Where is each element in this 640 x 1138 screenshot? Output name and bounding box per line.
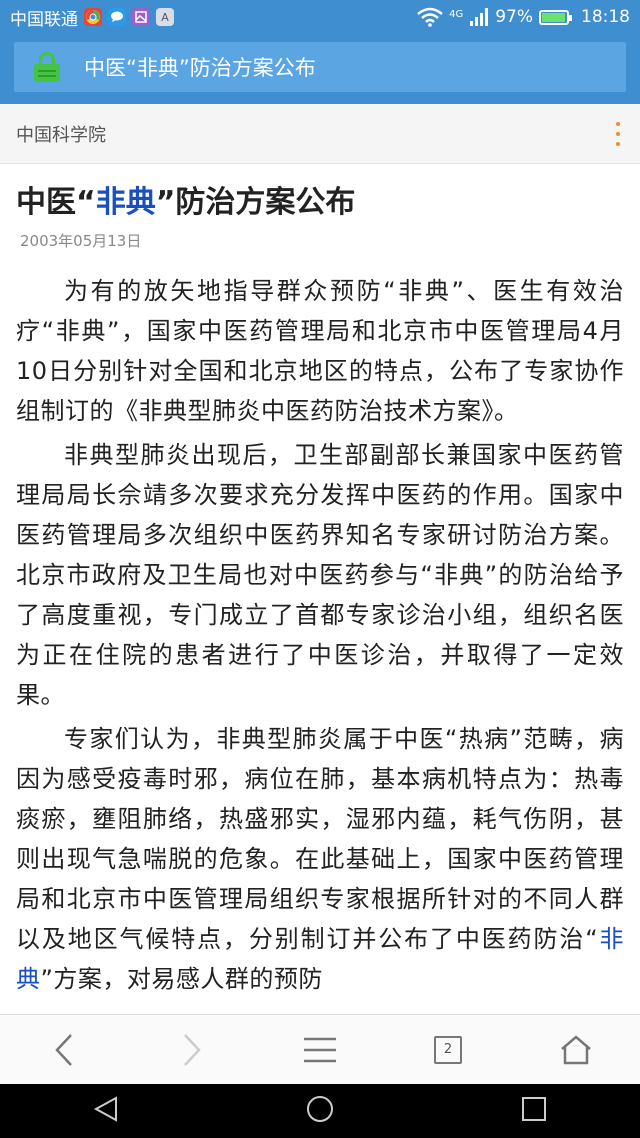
- back-button[interactable]: [32, 1018, 96, 1082]
- status-left: 中国联通 A: [10, 5, 174, 30]
- system-nav-bar: [0, 1084, 640, 1138]
- home-icon: [561, 1034, 591, 1064]
- menu-button[interactable]: [288, 1018, 352, 1082]
- battery-icon: [539, 9, 572, 25]
- forward-button[interactable]: [160, 1018, 224, 1082]
- article-date: 2003年05月13日: [20, 232, 142, 250]
- triangle-back-icon: [94, 1096, 118, 1122]
- signal-icon: [470, 8, 489, 26]
- gallery-icon: [132, 8, 150, 26]
- address-bar[interactable]: 中医“非典”防治方案公布: [14, 42, 626, 92]
- hamburger-icon: [304, 1037, 336, 1062]
- more-menu-icon[interactable]: [612, 121, 624, 146]
- message-icon: [108, 8, 126, 26]
- address-area: 中医“非典”防治方案公布: [0, 34, 640, 104]
- site-header: 中国科学院: [0, 104, 640, 164]
- carrier-name: 中国联通: [10, 9, 78, 30]
- system-back-button[interactable]: [92, 1095, 120, 1127]
- battery-percent: 97%: [495, 7, 533, 27]
- clock: 18:18: [581, 7, 630, 27]
- chevron-left-icon: [55, 1033, 72, 1066]
- circle-home-icon: [306, 1096, 333, 1122]
- square-recents-icon: [521, 1097, 546, 1121]
- chevron-right-icon: [184, 1033, 201, 1066]
- app-a-icon: A: [156, 8, 174, 26]
- battery-fill: [542, 12, 566, 22]
- system-home-button[interactable]: [305, 1094, 335, 1128]
- tabs-button[interactable]: 2: [416, 1018, 480, 1082]
- wifi-icon: [417, 7, 443, 27]
- site-name[interactable]: 中国科学院: [16, 121, 106, 147]
- paragraph: 非典型肺炎出现后，卫生部副部长兼国家中医药管理局局长佘靖多次要求充分发挥中医药的…: [16, 441, 624, 709]
- article-body: 为有的放矢地指导群众预防“非典”、医生有效治疗“非典”，国家中医药管理局和北京市…: [16, 271, 624, 999]
- tabs-count: 2: [434, 1035, 462, 1064]
- paragraph: 为有的放矢地指导群众预防“非典”、医生有效治疗“非典”，国家中医药管理局和北京市…: [16, 277, 624, 425]
- lock-icon: [34, 52, 60, 82]
- article: 中医“非典”防治方案公布 2003年05月13日 为有的放矢地指导群众预防“非典…: [0, 164, 640, 1014]
- status-right: 4G 97% 18:18: [417, 7, 630, 27]
- title-keyword: 非典: [95, 185, 156, 220]
- status-bar: 中国联通 A 4G 97% 18:18: [0, 0, 640, 34]
- paragraph: 专家们认为，非典型肺炎属于中医“热病”范畴，病因为感受疫毒时邪，病位在肺，基本病…: [16, 725, 624, 993]
- network-type: 4G: [449, 9, 464, 20]
- browser-toolbar: 2: [0, 1014, 640, 1084]
- home-button[interactable]: [544, 1018, 608, 1082]
- chrome-icon: [84, 8, 102, 26]
- article-title: 中医“非典”防治方案公布: [16, 185, 356, 220]
- system-recents-button[interactable]: [520, 1095, 548, 1127]
- address-title: 中医“非典”防治方案公布: [84, 56, 316, 80]
